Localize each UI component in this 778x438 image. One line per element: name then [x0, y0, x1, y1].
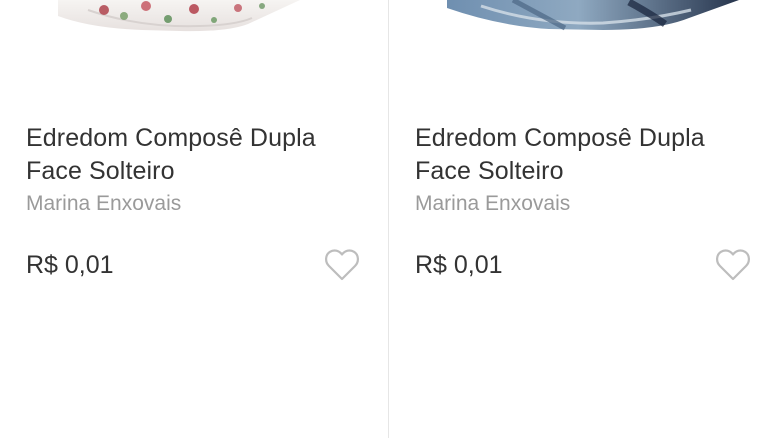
product-price: R$ 0,01 — [26, 251, 114, 279]
favorite-button[interactable] — [714, 246, 752, 282]
heart-outline-icon — [325, 249, 359, 281]
product-title-line: Edredom Composê Dupla — [26, 124, 316, 152]
product-image[interactable] — [389, 0, 778, 40]
product-image[interactable] — [0, 0, 388, 40]
product-title-line: Face Solteiro — [415, 157, 564, 185]
product-title-line: Face Solteiro — [26, 157, 175, 185]
seller-name: Marina Enxovais — [26, 192, 182, 215]
favorite-button[interactable] — [323, 246, 361, 282]
product-card[interactable]: Edredom Composê Dupla Face Solteiro Mari… — [0, 0, 389, 438]
product-title-line: Edredom Composê Dupla — [415, 124, 705, 152]
product-grid: Edredom Composê Dupla Face Solteiro Mari… — [0, 0, 778, 438]
product-title[interactable]: Edredom Composê Dupla Face Solteiro — [26, 122, 371, 188]
heart-outline-icon — [716, 249, 750, 281]
seller-name: Marina Enxovais — [415, 192, 571, 215]
product-title[interactable]: Edredom Composê Dupla Face Solteiro — [415, 122, 760, 188]
product-card[interactable]: Edredom Composê Dupla Face Solteiro Mari… — [389, 0, 778, 438]
product-price: R$ 0,01 — [415, 251, 503, 279]
